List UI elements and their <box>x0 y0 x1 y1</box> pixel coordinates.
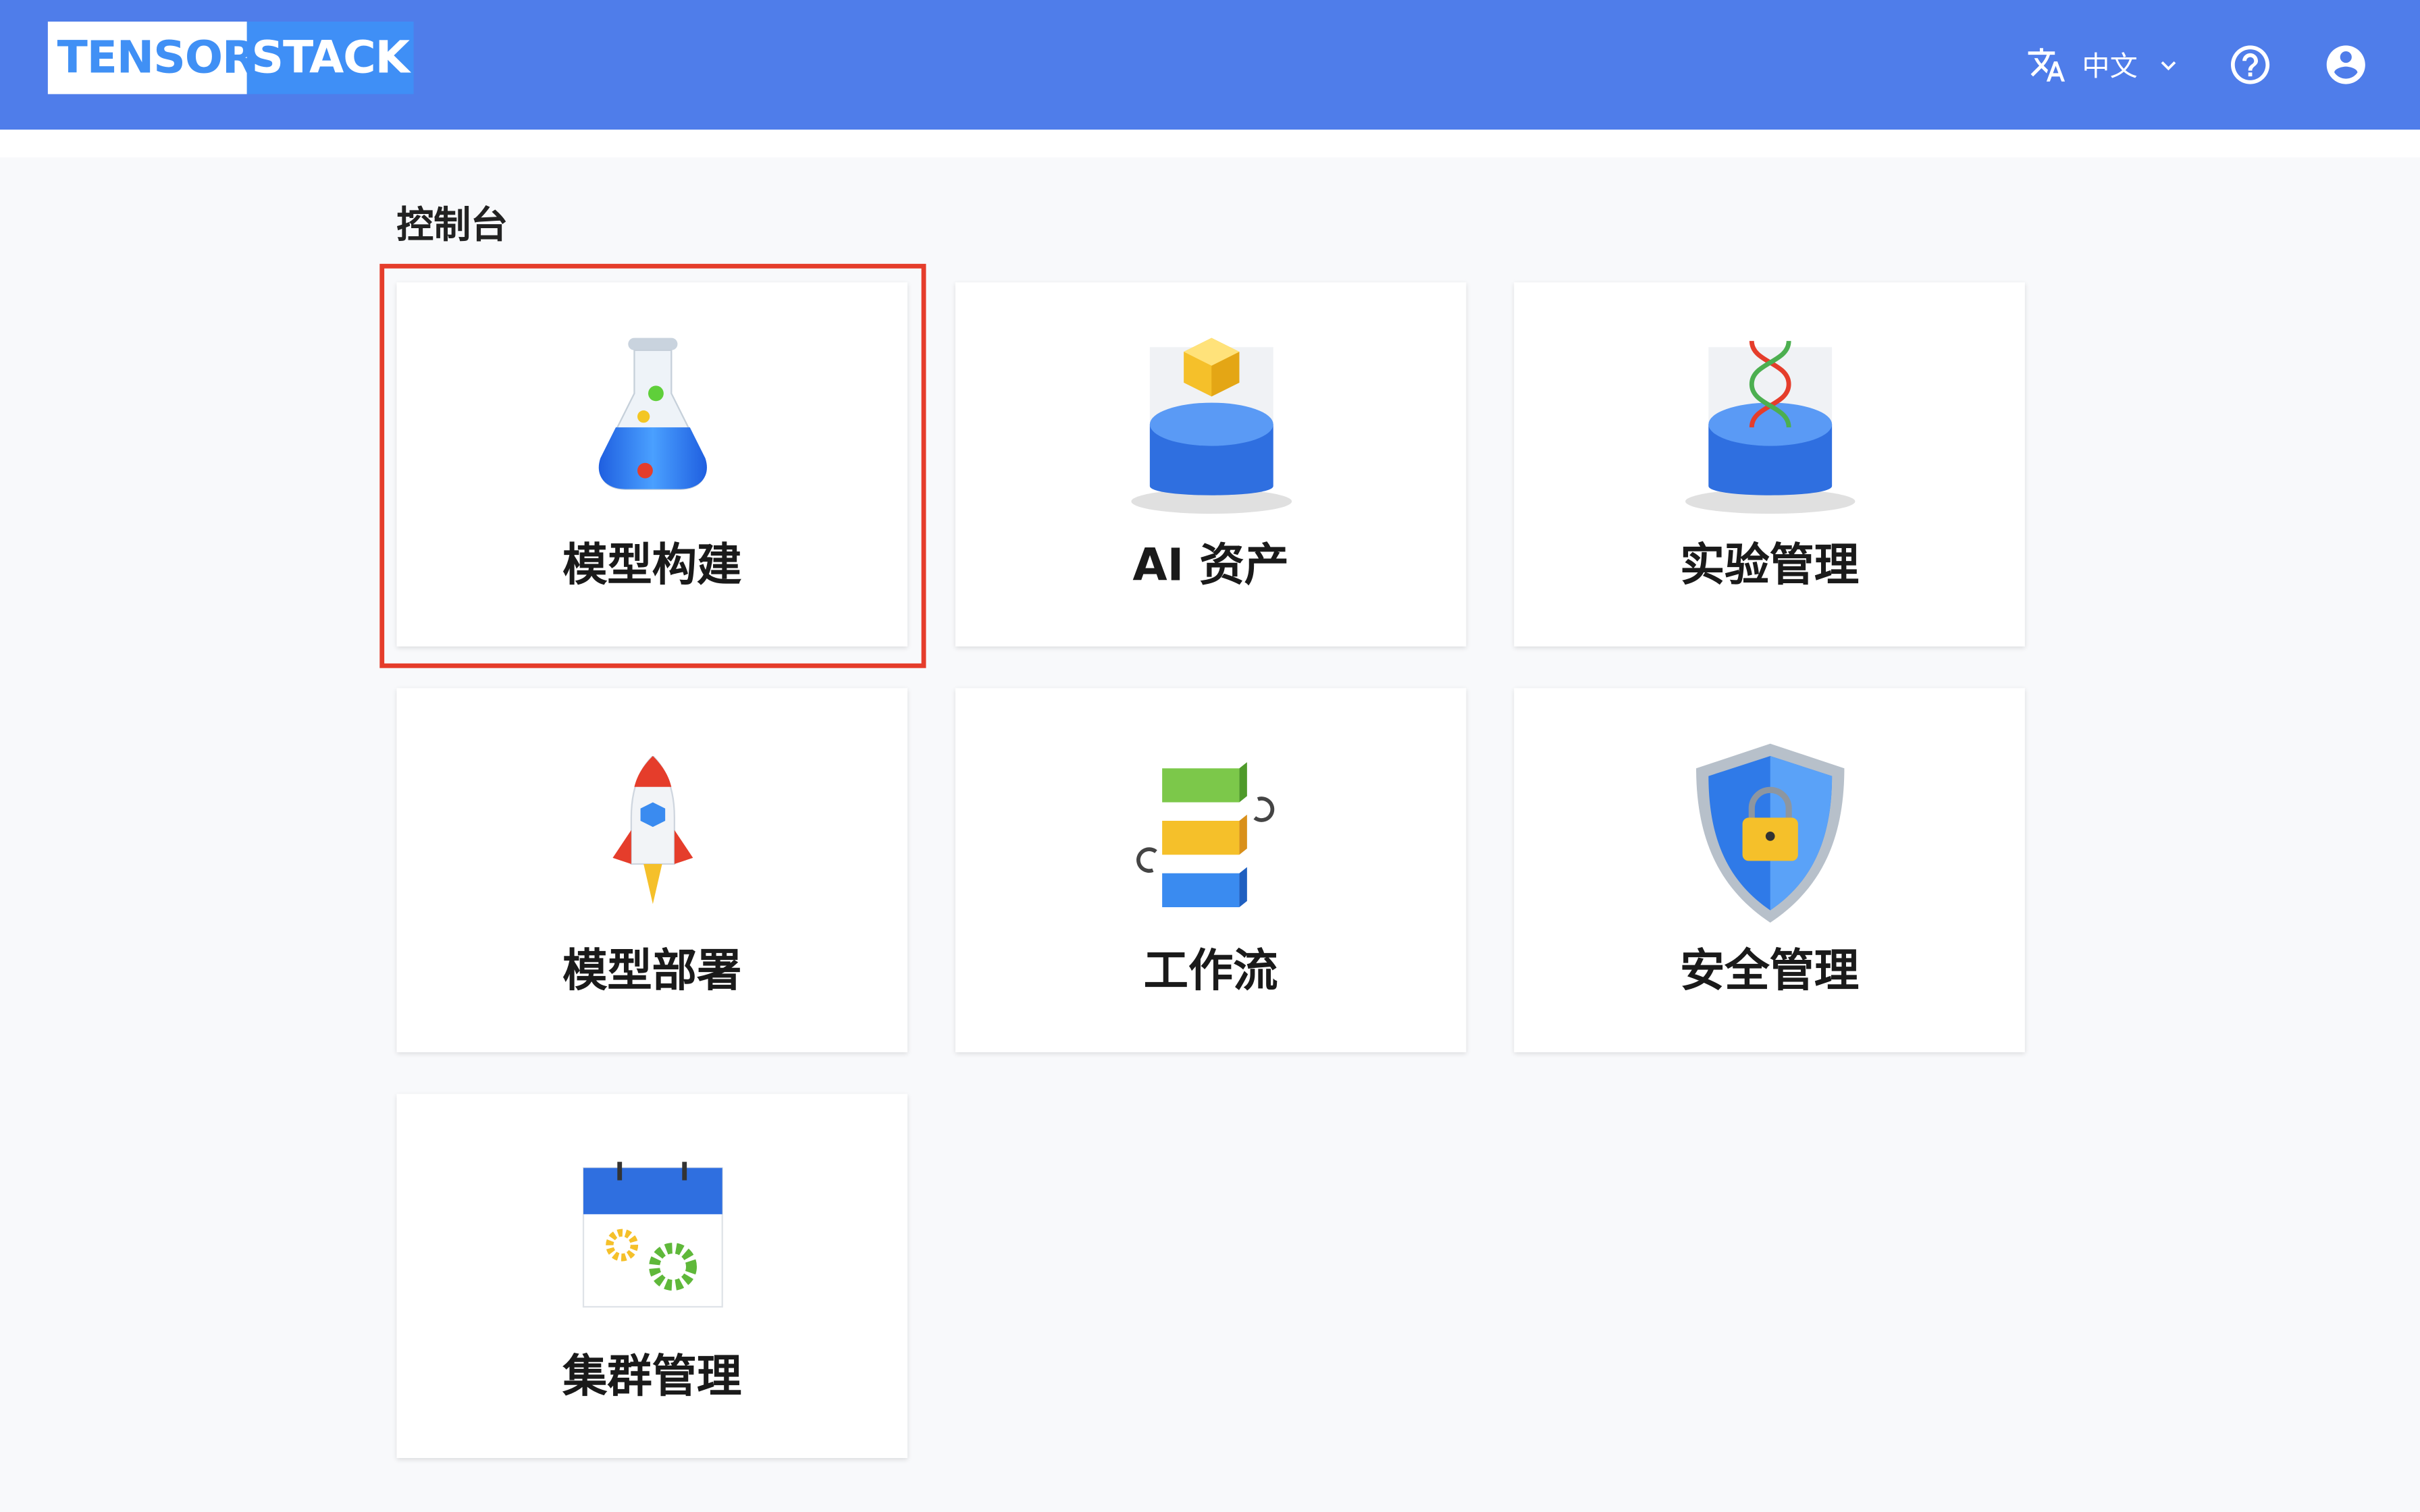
cube-database-icon <box>1130 338 1291 514</box>
card-ai-assets[interactable]: AI 资产 <box>955 282 1467 647</box>
dna-database-icon <box>1684 340 1855 514</box>
flask-icon <box>598 338 706 490</box>
workflow-blocks-icon <box>1135 762 1274 907</box>
card-label: 模型部署 <box>562 944 742 997</box>
shield-lock-icon <box>1695 743 1844 923</box>
card-label: 安全管理 <box>1679 944 1860 997</box>
card-model-build[interactable]: 模型构建 <box>396 282 908 647</box>
calendar-gears-icon <box>581 1162 722 1308</box>
help-button[interactable] <box>2227 42 2273 88</box>
card-experiment-management[interactable]: 实验管理 <box>1514 282 2025 647</box>
language-label: 中文 <box>2082 51 2138 84</box>
logo[interactable]: TENSOR STACK <box>47 21 414 94</box>
card-cluster-management[interactable]: 集群管理 <box>396 1094 908 1458</box>
card-label: 工作流 <box>1143 944 1278 997</box>
rocket-icon <box>612 755 693 905</box>
card-security-management[interactable]: 安全管理 <box>1514 688 2025 1052</box>
card-workflow[interactable]: 工作流 <box>955 688 1467 1052</box>
card-label: 实验管理 <box>1679 538 1860 591</box>
card-model-deploy[interactable]: 模型部署 <box>396 688 908 1052</box>
logo-tensor: TENSOR <box>47 21 257 94</box>
language-selector[interactable]: 中文 <box>2026 45 2184 84</box>
translate-icon <box>2028 48 2066 82</box>
top-bar: TENSOR STACK 中文 <box>0 0 2420 130</box>
help-circle-icon <box>2230 45 2270 84</box>
user-menu-button[interactable] <box>2323 42 2369 88</box>
page-title: 控制台 <box>396 203 508 247</box>
card-label: 集群管理 <box>562 1349 742 1403</box>
logo-stack: STACK <box>246 21 414 94</box>
account-circle-icon <box>2326 45 2365 84</box>
card-label: 模型构建 <box>562 538 742 591</box>
card-label: AI 资产 <box>1132 538 1289 591</box>
chevron-down-icon <box>2161 61 2176 71</box>
